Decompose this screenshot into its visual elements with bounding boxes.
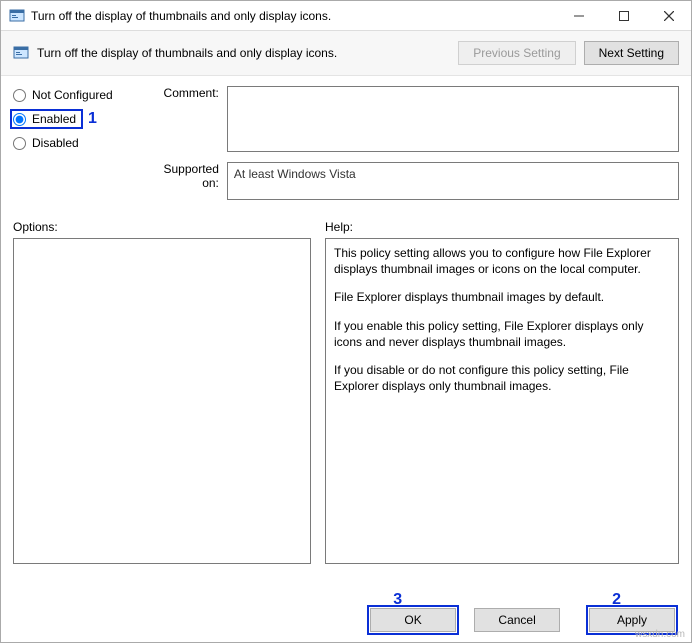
comment-label: Comment: <box>153 86 227 152</box>
options-panel[interactable] <box>13 238 311 564</box>
help-text: This policy setting allows you to config… <box>334 245 670 277</box>
radio-label: Not Configured <box>32 88 113 102</box>
help-text: If you disable or do not configure this … <box>334 362 670 394</box>
help-text: File Explorer displays thumbnail images … <box>334 289 670 305</box>
radio-label: Disabled <box>32 136 79 150</box>
annotation-2: 2 <box>612 591 621 609</box>
window-title: Turn off the display of thumbnails and o… <box>31 9 556 23</box>
watermark: wsxdn.com <box>635 629 685 640</box>
radio-disabled-input[interactable] <box>13 137 26 150</box>
config-area: Not Configured Enabled 1 Disabled Commen… <box>1 76 691 214</box>
next-setting-button[interactable]: Next Setting <box>584 41 679 65</box>
minimize-button[interactable] <box>556 1 601 31</box>
options-label: Options: <box>13 220 311 234</box>
radio-enabled-input[interactable] <box>13 113 26 126</box>
dialog-buttons: 3 OK Cancel 2 Apply <box>351 608 675 632</box>
supported-on-field: At least Windows Vista <box>227 162 679 200</box>
close-button[interactable] <box>646 1 691 31</box>
policy-icon <box>9 8 25 24</box>
state-radiogroup: Not Configured Enabled 1 Disabled <box>13 86 153 210</box>
details-area: Options: Help: This policy setting allow… <box>1 214 691 564</box>
toolbar: Turn off the display of thumbnails and o… <box>1 31 691 76</box>
annotation-1: 1 <box>88 110 97 128</box>
radio-not-configured[interactable]: Not Configured <box>13 88 153 102</box>
annotation-3: 3 <box>393 591 402 609</box>
radio-disabled[interactable]: Disabled <box>13 136 153 150</box>
radio-enabled[interactable]: Enabled <box>13 112 80 126</box>
titlebar: Turn off the display of thumbnails and o… <box>1 1 691 31</box>
radio-label: Enabled <box>32 112 76 126</box>
policy-icon <box>13 45 29 61</box>
toolbar-title: Turn off the display of thumbnails and o… <box>37 46 458 60</box>
previous-setting-button: Previous Setting <box>458 41 575 65</box>
close-icon <box>664 11 674 21</box>
cancel-button[interactable]: Cancel <box>474 608 560 632</box>
radio-not-configured-input[interactable] <box>13 89 26 102</box>
help-label: Help: <box>325 220 679 234</box>
comment-input[interactable] <box>227 86 679 152</box>
supported-label: Supported on: <box>153 162 227 200</box>
help-text: If you enable this policy setting, File … <box>334 318 670 350</box>
minimize-icon <box>574 11 584 21</box>
maximize-button[interactable] <box>601 1 646 31</box>
ok-button[interactable]: OK <box>370 608 456 632</box>
help-panel[interactable]: This policy setting allows you to config… <box>325 238 679 564</box>
maximize-icon <box>619 11 629 21</box>
